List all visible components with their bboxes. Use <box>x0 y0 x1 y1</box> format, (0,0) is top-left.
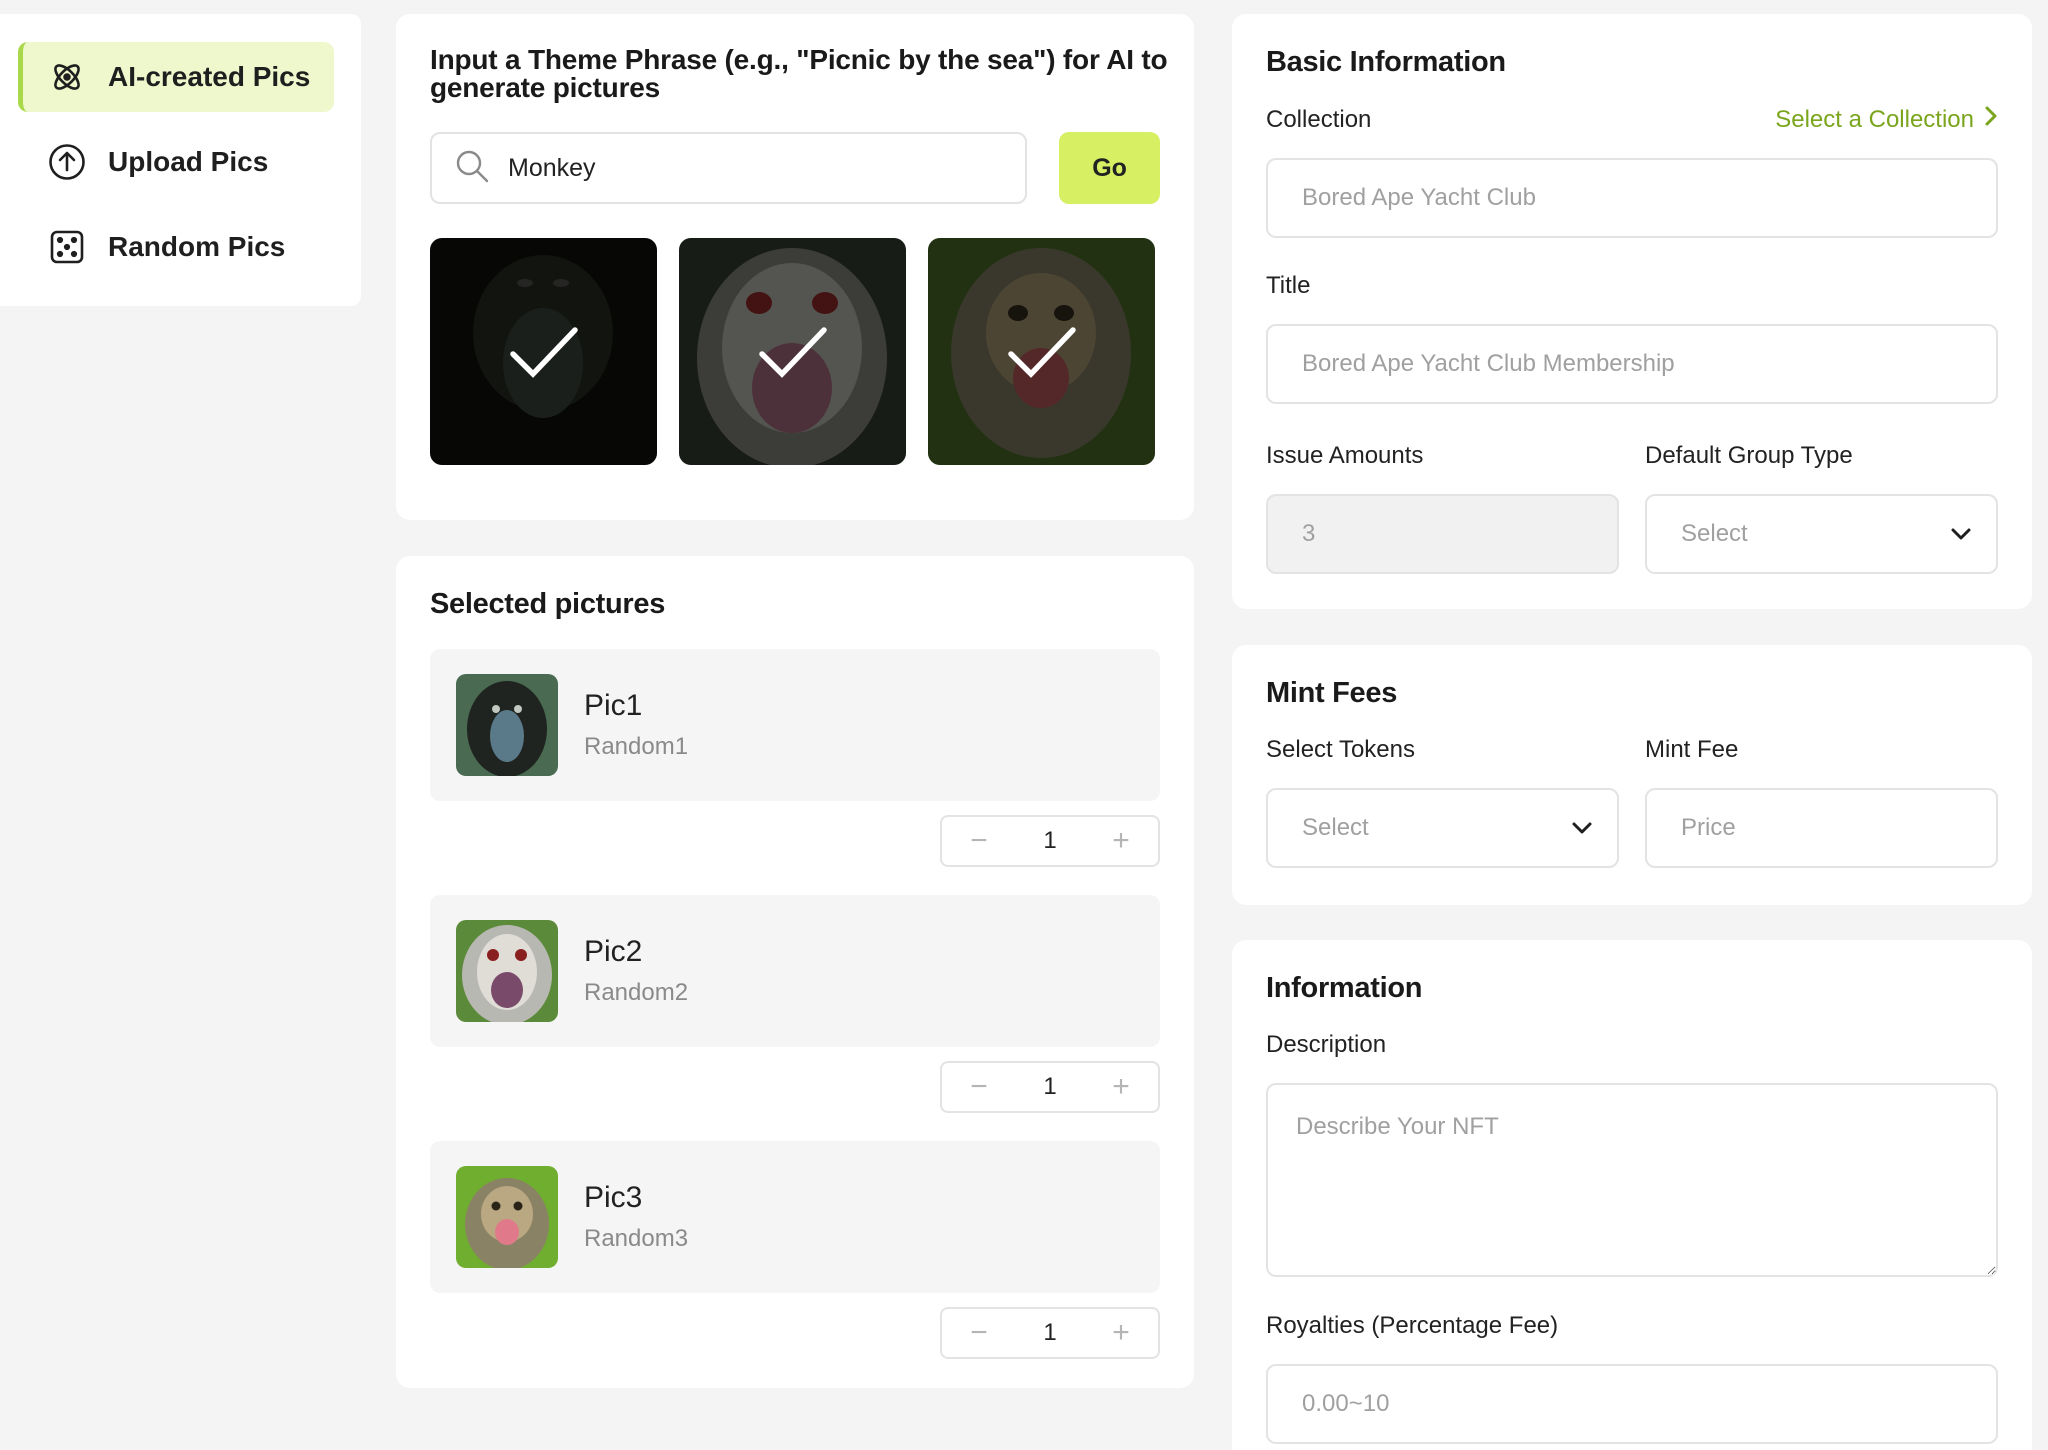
quantity-stepper: − 1 + <box>940 1061 1160 1113</box>
list-item: Pic1 Random1 <box>430 649 1160 801</box>
pic-thumbnail <box>456 920 558 1022</box>
generated-pictures <box>430 238 1160 465</box>
list-item: Pic2 Random2 <box>430 895 1160 1047</box>
select-tokens-value: Select <box>1302 814 1369 841</box>
search-row: Go <box>430 132 1160 204</box>
sidebar-item-label: Upload Pics <box>108 146 269 177</box>
title-field[interactable]: Bored Ape Yacht Club Membership <box>1266 324 1998 404</box>
selected-pictures-card: Selected pictures Pic1 Random1 − 1 + Pic… <box>396 556 1194 1388</box>
decrement-button[interactable]: − <box>966 1318 992 1348</box>
generated-picture-2[interactable] <box>679 238 906 465</box>
list-item: Pic3 Random3 <box>430 1141 1160 1293</box>
title-label: Title <box>1266 272 1311 299</box>
search-icon <box>454 148 490 189</box>
mint-fees-title: Mint Fees <box>1266 677 1398 709</box>
sidebar-item-label: AI-created Pics <box>108 61 311 92</box>
pic-subtitle: Random3 <box>584 1225 689 1252</box>
search-field[interactable] <box>430 132 1028 204</box>
sidebar: AI-created Pics Upload Pics Random Pics <box>0 14 361 306</box>
chevron-down-icon <box>1571 814 1593 842</box>
checkmark-icon <box>679 238 906 465</box>
basic-information-card: Basic Information Collection Select a Co… <box>1232 14 2032 609</box>
quantity-value: 1 <box>1043 1319 1057 1346</box>
royalties-field[interactable]: 0.00~10 <box>1266 1364 1998 1444</box>
atom-icon <box>48 58 86 96</box>
description-label: Description <box>1266 1031 1387 1058</box>
quantity-value: 1 <box>1043 827 1057 854</box>
pic-name: Pic1 <box>584 689 643 722</box>
quantity-stepper: − 1 + <box>940 815 1160 867</box>
quantity-stepper: − 1 + <box>940 1307 1160 1359</box>
basic-information-title: Basic Information <box>1266 46 1506 78</box>
pic-name: Pic3 <box>584 1181 643 1214</box>
information-title: Information <box>1266 972 1423 1004</box>
collection-label: Collection <box>1266 105 1372 133</box>
default-group-type-select[interactable]: Select <box>1645 494 1998 574</box>
sidebar-item-label: Random Pics <box>108 231 286 262</box>
issue-amounts-field: 3 <box>1266 494 1619 574</box>
mint-fee-field[interactable]: Price <box>1645 788 1998 868</box>
collection-field[interactable]: Bored Ape Yacht Club <box>1266 158 1998 238</box>
mint-fee-label: Mint Fee <box>1645 736 1739 763</box>
sidebar-item-random[interactable]: Random Pics <box>18 212 334 282</box>
go-button[interactable]: Go <box>1059 132 1160 204</box>
chevron-right-icon <box>1984 105 1998 134</box>
sidebar-item-upload[interactable]: Upload Pics <box>18 127 334 197</box>
increment-button[interactable]: + <box>1108 1072 1134 1102</box>
pic-subtitle: Random2 <box>584 979 689 1006</box>
dice-icon <box>48 228 86 266</box>
pic-thumbnail <box>456 674 558 776</box>
generated-picture-1[interactable] <box>430 238 657 465</box>
upload-icon <box>48 143 86 181</box>
default-group-type-label: Default Group Type <box>1645 442 1853 469</box>
sidebar-item-ai-created[interactable]: AI-created Pics <box>18 42 334 112</box>
decrement-button[interactable]: − <box>966 826 992 856</box>
decrement-button[interactable]: − <box>966 1072 992 1102</box>
select-collection-label: Select a Collection <box>1775 105 1974 133</box>
increment-button[interactable]: + <box>1108 1318 1134 1348</box>
default-group-type-value: Select <box>1681 520 1748 547</box>
select-collection-link[interactable]: Select a Collection <box>1775 105 1998 134</box>
increment-button[interactable]: + <box>1108 826 1134 856</box>
royalties-label: Royalties (Percentage Fee) <box>1266 1312 1559 1339</box>
selected-pictures-title: Selected pictures <box>430 588 666 620</box>
description-textarea[interactable] <box>1266 1083 1998 1277</box>
quantity-value: 1 <box>1043 1073 1057 1100</box>
checkmark-icon <box>928 238 1155 465</box>
pic-subtitle: Random1 <box>584 733 689 760</box>
information-card: Information Description Royalties (Perce… <box>1232 940 2032 1450</box>
pic-name: Pic2 <box>584 935 643 968</box>
checkmark-icon <box>430 238 657 465</box>
theme-search-input[interactable] <box>508 153 988 183</box>
theme-generator-card: Input a Theme Phrase (e.g., "Picnic by t… <box>396 14 1194 520</box>
mint-fees-card: Mint Fees Select Tokens Select Mint Fee … <box>1232 645 2032 905</box>
chevron-down-icon <box>1950 520 1972 548</box>
select-tokens-label: Select Tokens <box>1266 736 1415 763</box>
select-tokens-select[interactable]: Select <box>1266 788 1619 868</box>
theme-prompt-heading: Input a Theme Phrase (e.g., "Picnic by t… <box>430 44 1168 103</box>
pic-thumbnail <box>456 1166 558 1268</box>
generated-picture-3[interactable] <box>928 238 1155 465</box>
issue-amounts-label: Issue Amounts <box>1266 442 1424 469</box>
